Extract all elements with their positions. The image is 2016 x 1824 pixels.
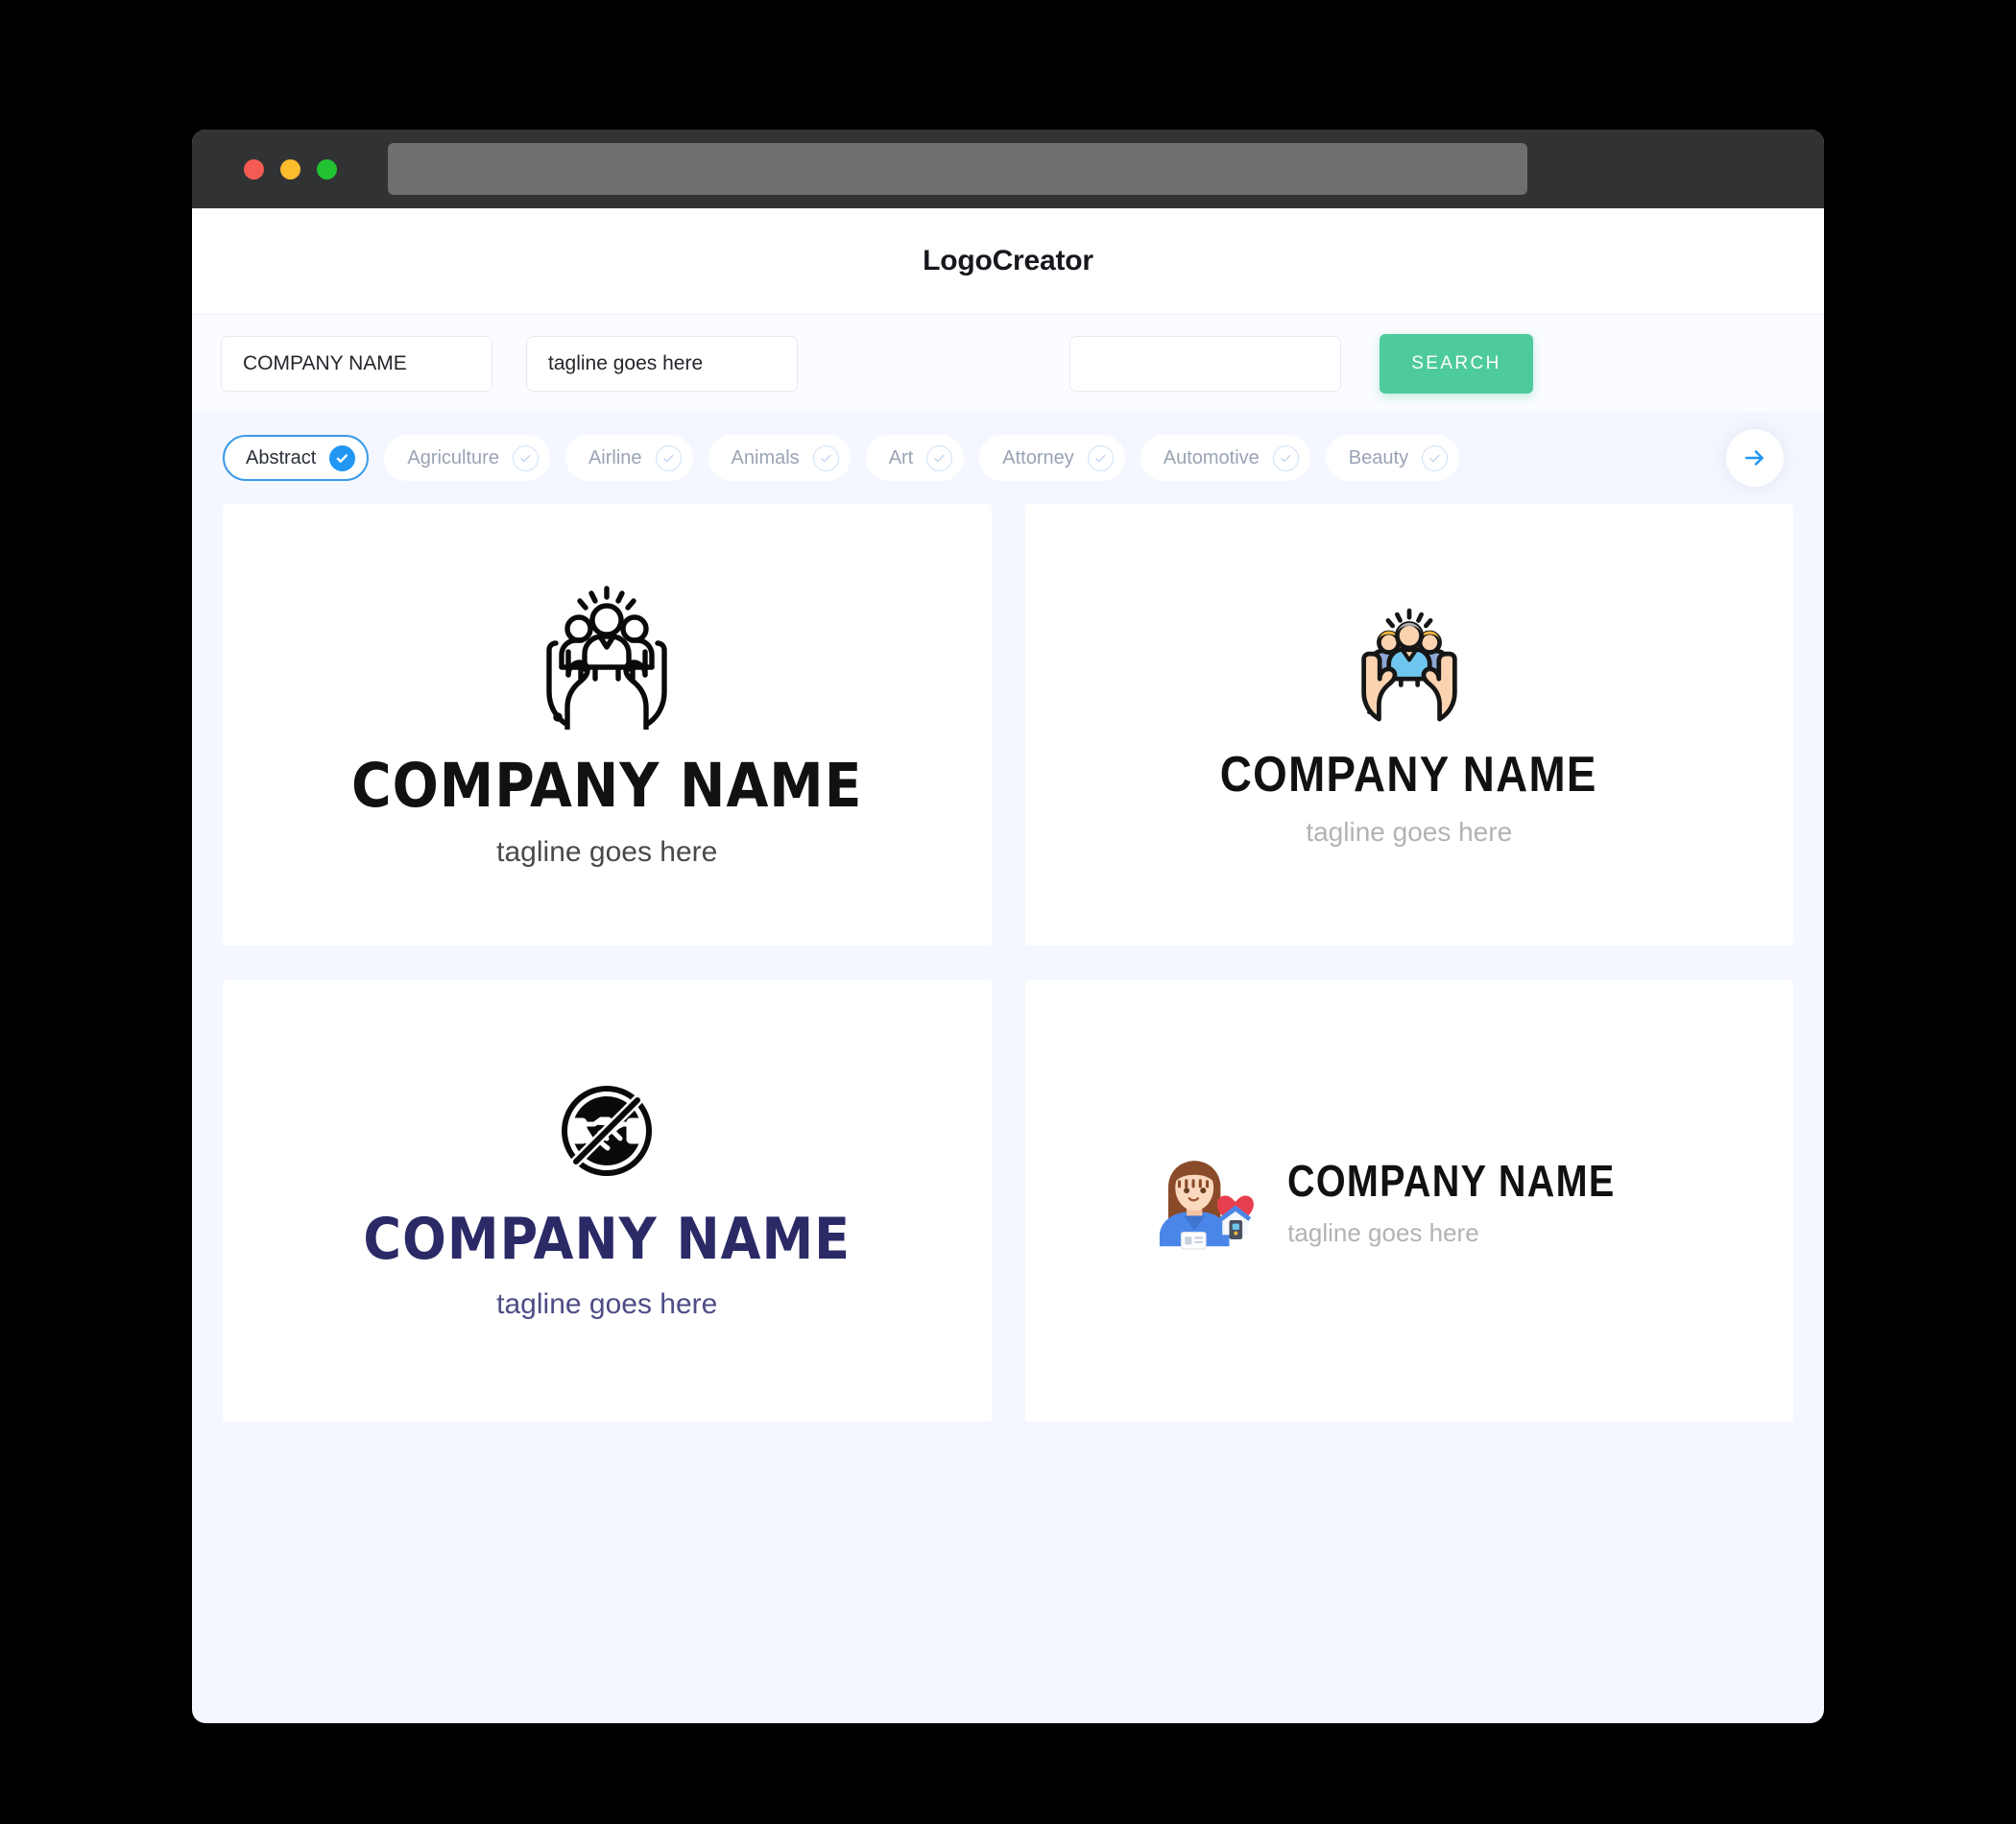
browser-window: LogoCreator SEARCH Abstract Agriculture …: [192, 130, 1824, 1723]
logo-company-name: COMPANY NAME: [351, 751, 863, 821]
category-filter-bar: Abstract Agriculture Airline Animals Art: [192, 412, 1824, 504]
category-chip-art[interactable]: Art: [865, 435, 965, 481]
search-bar: SEARCH: [192, 314, 1824, 412]
category-chip-abstract[interactable]: Abstract: [223, 435, 370, 481]
minimize-window-button[interactable]: [280, 158, 300, 180]
window-controls: [244, 158, 337, 180]
logo-card[interactable]: COMPANY NAME tagline goes here: [1024, 980, 1793, 1422]
category-chip-label: Beauty: [1348, 446, 1409, 468]
check-icon: [512, 444, 539, 471]
nurse-home-care-heart-icon: [1160, 1161, 1255, 1250]
check-icon: [655, 444, 682, 471]
no-handshake-icon: [557, 1081, 658, 1181]
category-chip-beauty[interactable]: Beauty: [1325, 435, 1460, 481]
category-chip-label: Animals: [731, 446, 800, 468]
page-title: LogoCreator: [923, 245, 1093, 276]
hands-holding-people-outline-icon: [546, 586, 667, 730]
category-chip-agriculture[interactable]: Agriculture: [384, 435, 550, 481]
check-icon: [812, 444, 839, 471]
tagline-input[interactable]: [526, 335, 798, 392]
category-chip-label: Agriculture: [407, 446, 499, 468]
logo-company-name: COMPANY NAME: [1287, 1155, 1616, 1206]
logo-tagline: tagline goes here: [1306, 817, 1513, 847]
app-header: LogoCreator: [192, 208, 1824, 314]
keyword-input[interactable]: [1069, 335, 1341, 392]
check-icon: [329, 444, 356, 471]
category-chip-airline[interactable]: Airline: [564, 435, 693, 481]
category-chip-label: Automotive: [1163, 446, 1260, 468]
category-chip-label: Abstract: [246, 446, 317, 468]
logo-card[interactable]: COMPANY NAME tagline goes here: [223, 980, 992, 1422]
check-icon: [1087, 444, 1114, 471]
logo-company-name: COMPANY NAME: [1220, 747, 1598, 803]
logo-tagline: tagline goes here: [496, 836, 718, 868]
check-icon: [926, 444, 953, 471]
category-chip-animals[interactable]: Animals: [708, 435, 851, 481]
category-chip-automotive[interactable]: Automotive: [1140, 435, 1310, 481]
category-chip-label: Attorney: [1002, 446, 1074, 468]
search-button[interactable]: SEARCH: [1380, 333, 1533, 394]
maximize-window-button[interactable]: [317, 158, 337, 180]
hands-holding-people-color-icon: [1360, 608, 1457, 722]
logo-results-grid: COMPANY NAME tagline goes here COMPANY N…: [192, 504, 1824, 1456]
check-icon: [1422, 444, 1449, 471]
url-bar[interactable]: [388, 143, 1527, 195]
category-chip-label: Airline: [588, 446, 642, 468]
company-name-input[interactable]: [221, 335, 492, 392]
logo-card[interactable]: COMPANY NAME tagline goes here: [1024, 504, 1793, 946]
category-chip-label: Art: [888, 446, 914, 468]
logo-company-name: COMPANY NAME: [363, 1206, 852, 1273]
arrow-right-icon[interactable]: [1726, 429, 1784, 487]
category-chip-attorney[interactable]: Attorney: [979, 435, 1125, 481]
close-window-button[interactable]: [244, 158, 264, 180]
logo-tagline: tagline goes here: [496, 1288, 718, 1320]
browser-titlebar: [192, 130, 1824, 208]
logo-tagline: tagline goes here: [1287, 1217, 1479, 1247]
check-icon: [1272, 444, 1299, 471]
logo-card[interactable]: COMPANY NAME tagline goes here: [223, 504, 992, 946]
